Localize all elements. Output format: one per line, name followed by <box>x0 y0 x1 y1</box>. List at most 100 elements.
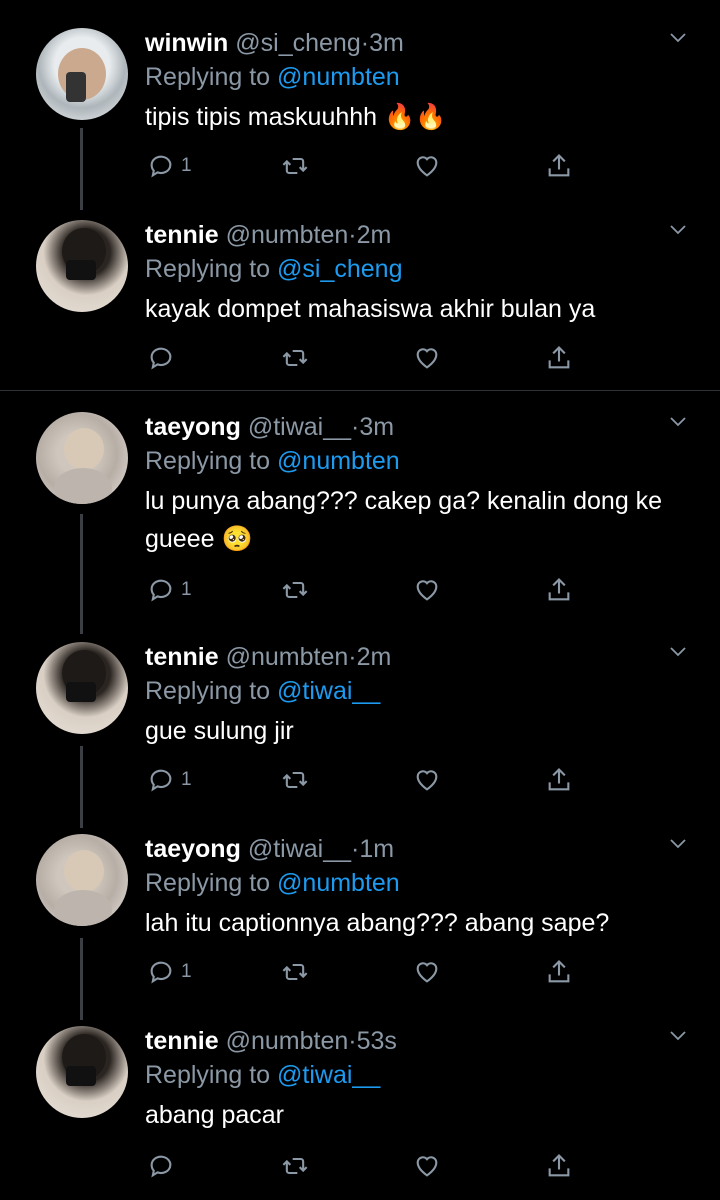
user-handle[interactable]: @numbten <box>226 1027 349 1055</box>
reply-icon <box>150 769 172 792</box>
tweet-header: winwin @si_cheng·3m <box>145 28 700 58</box>
display-name[interactable]: tennie <box>145 643 219 671</box>
retweet-button[interactable] <box>281 146 309 186</box>
separator: · <box>348 1027 357 1055</box>
user-handle[interactable]: @numbten <box>226 221 349 249</box>
chevron-down-icon[interactable] <box>670 836 686 852</box>
like-button[interactable] <box>413 952 441 992</box>
replying-label: Replying to <box>145 677 271 705</box>
avatar[interactable] <box>36 412 128 504</box>
like-button[interactable] <box>413 760 441 800</box>
avatar[interactable] <box>36 1026 128 1118</box>
avatar[interactable] <box>36 28 128 120</box>
avatar[interactable] <box>36 834 128 926</box>
tweet-header: taeyong @tiwai__·3m <box>145 412 700 442</box>
chevron-down-icon[interactable] <box>670 222 686 238</box>
share-button[interactable] <box>545 570 573 610</box>
like-icon <box>416 1156 438 1177</box>
like-icon <box>416 580 438 601</box>
mention-link[interactable]: @tiwai__ <box>277 1061 380 1089</box>
replying-label: Replying to <box>145 869 271 897</box>
tweet-actions <box>145 338 595 378</box>
like-icon <box>416 156 438 177</box>
reply-button[interactable]: 1 <box>147 570 192 610</box>
retweet-button[interactable] <box>281 570 309 610</box>
timestamp[interactable]: 2m <box>357 643 392 671</box>
like-button[interactable] <box>413 146 441 186</box>
tweet-text: lu punya abang??? cakep ga? kenalin dong… <box>145 487 663 553</box>
share-icon <box>548 578 570 601</box>
mention-link[interactable]: @numbten <box>277 447 400 475</box>
chevron-down-icon[interactable] <box>670 1028 686 1044</box>
share-icon <box>548 154 570 177</box>
display-name[interactable]: taeyong <box>145 835 241 863</box>
like-icon <box>416 348 438 369</box>
reply-icon <box>150 961 172 984</box>
tweet-actions <box>145 1146 595 1186</box>
avatar[interactable] <box>36 220 128 312</box>
share-button[interactable] <box>545 146 573 186</box>
replying-label: Replying to <box>145 1061 271 1089</box>
reply-button[interactable]: 1 <box>147 146 192 186</box>
replying-label: Replying to <box>145 63 271 91</box>
retweet-button[interactable] <box>281 338 309 378</box>
retweet-button[interactable] <box>281 1146 309 1186</box>
separator: · <box>348 221 357 249</box>
replying-to: Replying to @tiwai__ <box>145 1058 700 1092</box>
retweet-icon <box>282 771 308 789</box>
chevron-down-icon[interactable] <box>670 30 686 46</box>
timestamp[interactable]: 53s <box>357 1027 397 1055</box>
mention-link[interactable]: @si_cheng <box>277 255 402 283</box>
share-icon <box>548 960 570 983</box>
chevron-down-icon[interactable] <box>670 644 686 660</box>
tweet-header: taeyong @tiwai__·1m <box>145 834 700 864</box>
reply-button[interactable]: 1 <box>147 760 192 800</box>
display-name[interactable]: tennie <box>145 1027 219 1055</box>
display-name[interactable]: tennie <box>145 221 219 249</box>
reply-count: 1 <box>181 579 192 600</box>
share-button[interactable] <box>545 760 573 800</box>
avatar[interactable] <box>36 642 128 734</box>
reply-button[interactable] <box>147 338 181 378</box>
like-button[interactable] <box>413 570 441 610</box>
like-icon <box>416 962 438 983</box>
like-button[interactable] <box>413 1146 441 1186</box>
reply-icon <box>150 155 172 178</box>
reply-button[interactable]: 1 <box>147 952 192 992</box>
retweet-button[interactable] <box>281 952 309 992</box>
chevron-down-icon[interactable] <box>670 414 686 430</box>
display-name[interactable]: winwin <box>145 29 228 57</box>
tweet-text: lah itu captionnya abang??? abang sape? <box>145 909 610 937</box>
mention-link[interactable]: @numbten <box>277 63 400 91</box>
mention-link[interactable]: @tiwai__ <box>277 677 380 705</box>
display-name[interactable]: taeyong <box>145 413 241 441</box>
user-handle[interactable]: @tiwai__ <box>248 835 351 863</box>
thread-line <box>80 514 83 634</box>
reply-icon <box>150 1155 172 1178</box>
conversation-divider <box>0 390 720 391</box>
tweet-actions: 1 <box>145 570 595 610</box>
reply-button[interactable] <box>147 1146 181 1186</box>
like-button[interactable] <box>413 338 441 378</box>
thread-line <box>80 938 83 1020</box>
share-button[interactable] <box>545 1146 573 1186</box>
user-handle[interactable]: @si_cheng <box>235 29 360 57</box>
share-button[interactable] <box>545 952 573 992</box>
retweet-button[interactable] <box>281 760 309 800</box>
timestamp[interactable]: 3m <box>359 413 394 441</box>
tweet-text: abang pacar <box>145 1101 285 1129</box>
reply-count: 1 <box>181 155 192 176</box>
timestamp[interactable]: 1m <box>359 835 394 863</box>
user-handle[interactable]: @numbten <box>226 643 349 671</box>
separator: · <box>348 643 357 671</box>
tweet-text: kayak dompet mahasiswa akhir bulan ya <box>145 295 596 323</box>
timestamp[interactable]: 3m <box>369 29 404 57</box>
reply-count: 1 <box>181 961 192 982</box>
timestamp[interactable]: 2m <box>357 221 392 249</box>
separator: · <box>360 29 370 57</box>
retweet-icon <box>282 349 308 367</box>
mention-link[interactable]: @numbten <box>277 869 400 897</box>
user-handle[interactable]: @tiwai__ <box>248 413 351 441</box>
share-button[interactable] <box>545 338 573 378</box>
replying-label: Replying to <box>145 255 271 283</box>
